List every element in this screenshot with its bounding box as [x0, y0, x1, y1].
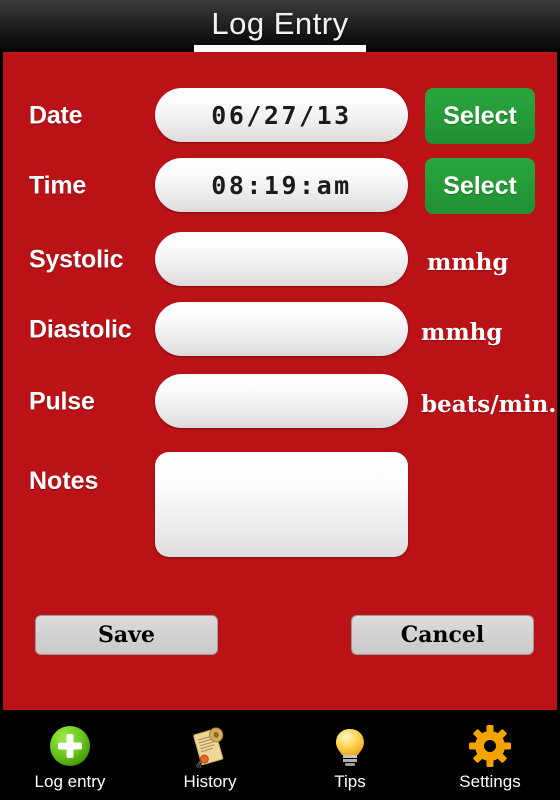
- date-select-button[interactable]: Select: [425, 88, 535, 144]
- label-diastolic: Diastolic: [29, 315, 132, 344]
- date-input[interactable]: [155, 88, 408, 142]
- log-entry-form: Date Select Time Select Systolic mmhg Di…: [0, 52, 560, 710]
- systolic-input[interactable]: [155, 232, 408, 286]
- unit-pulse: beats/min.: [421, 391, 557, 418]
- nav-label-settings: Settings: [459, 772, 521, 791]
- nav-label-log-entry: Log entry: [34, 772, 106, 791]
- form-row-time: Time Select: [3, 158, 557, 214]
- form-row-date: Date Select: [3, 88, 557, 144]
- page-title: Log Entry: [211, 6, 349, 41]
- label-pulse: Pulse: [29, 387, 95, 416]
- form-row-diastolic: Diastolic mmhg: [3, 302, 557, 358]
- time-input[interactable]: [155, 158, 408, 212]
- nav-item-tips[interactable]: Tips: [280, 710, 420, 800]
- title-underline: [194, 45, 366, 52]
- label-date: Date: [29, 101, 83, 130]
- unit-diastolic: mmhg: [421, 319, 503, 346]
- time-select-button[interactable]: Select: [425, 158, 535, 214]
- label-systolic: Systolic: [29, 245, 124, 274]
- gear-icon: [466, 724, 514, 768]
- label-time: Time: [29, 171, 87, 200]
- form-row-systolic: Systolic mmhg: [3, 232, 557, 288]
- nav-item-log-entry[interactable]: Log entry: [0, 710, 140, 800]
- scroll-icon: [186, 724, 234, 768]
- nav-label-history: History: [183, 772, 237, 791]
- form-row-pulse: Pulse beats/min.: [3, 374, 557, 430]
- unit-systolic: mmhg: [427, 249, 509, 276]
- pulse-input[interactable]: [155, 374, 408, 428]
- app-root: Log Entry Date Select Time Select Systol…: [0, 0, 560, 800]
- lightbulb-icon: [326, 724, 374, 768]
- diastolic-input[interactable]: [155, 302, 408, 356]
- plus-circle-icon: [46, 724, 94, 768]
- nav-item-history[interactable]: History: [140, 710, 280, 800]
- save-button[interactable]: Save: [35, 615, 218, 655]
- label-notes: Notes: [29, 467, 99, 495]
- notes-input[interactable]: [155, 452, 408, 557]
- nav-label-tips: Tips: [334, 772, 366, 791]
- title-bar: Log Entry: [0, 0, 560, 52]
- bottom-navigation: Log entry History Tips Settings: [0, 710, 560, 800]
- nav-item-settings[interactable]: Settings: [420, 710, 560, 800]
- cancel-button[interactable]: Cancel: [351, 615, 534, 655]
